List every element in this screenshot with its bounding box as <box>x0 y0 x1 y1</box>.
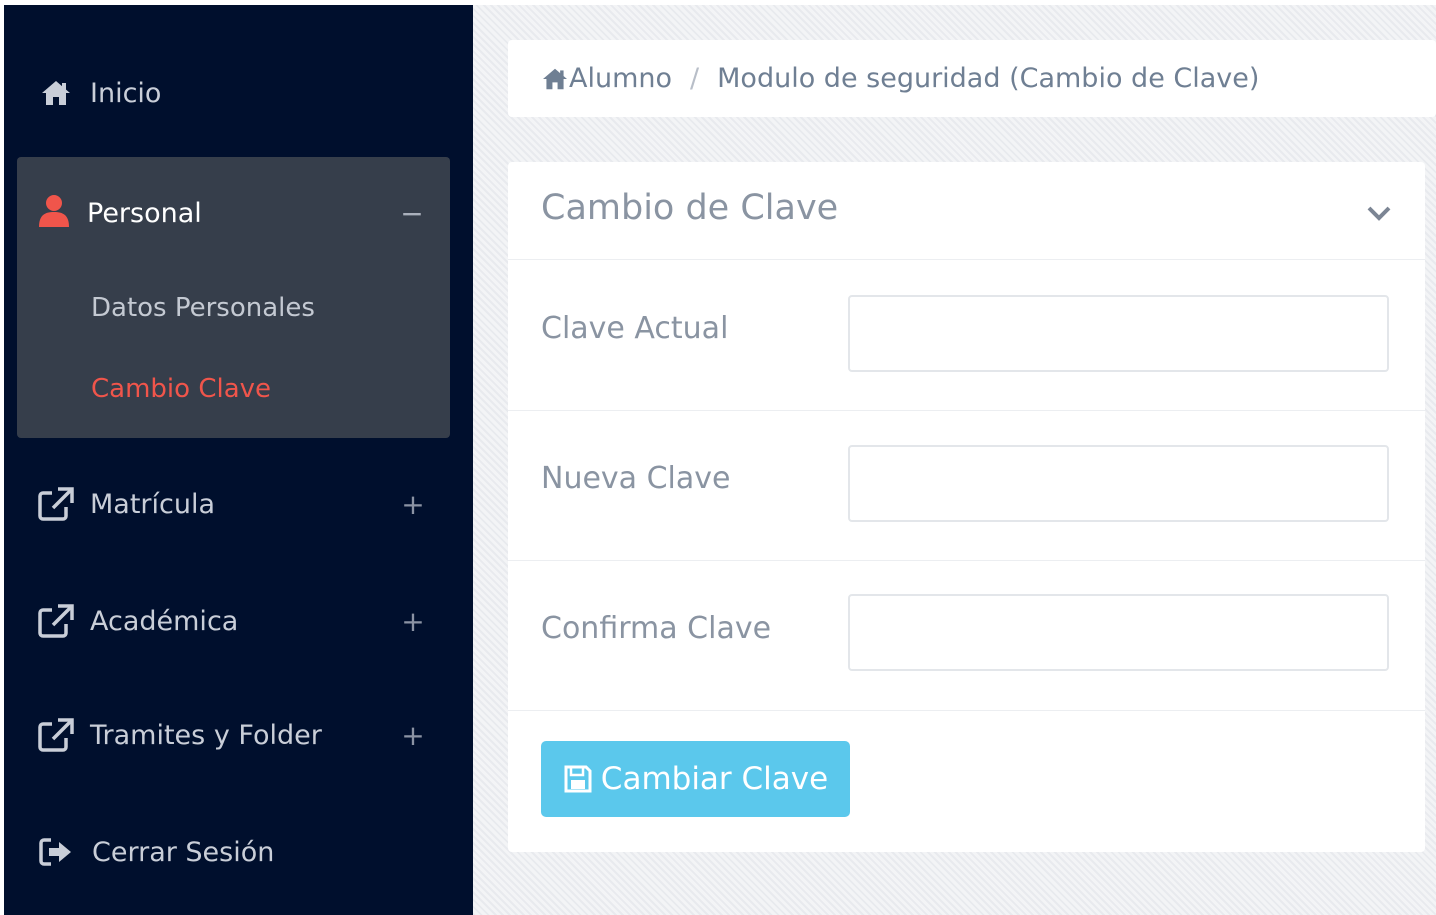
field-label: Clave Actual <box>541 311 729 346</box>
collapse-toggle[interactable]: − <box>397 197 427 230</box>
sidebar-item-label: Personal <box>87 197 202 229</box>
breadcrumb-current: Modulo de seguridad (Cambio de Clave) <box>717 63 1260 94</box>
sidebar-subitem-datos-personales[interactable]: Datos Personales <box>91 293 315 323</box>
sidebar-item-academica[interactable]: Académica + <box>4 591 473 651</box>
sidebar-item-personal[interactable]: Personal − <box>17 183 450 243</box>
sign-out-icon <box>38 834 74 870</box>
card-header: Cambio de Clave <box>508 162 1425 260</box>
field-label: Nueva Clave <box>541 461 731 496</box>
expand-toggle[interactable]: + <box>398 605 428 638</box>
sidebar-item-label: Inicio <box>90 77 162 109</box>
home-icon <box>541 67 569 91</box>
sidebar-item-label: Matrícula <box>90 488 216 520</box>
home-icon <box>38 75 74 111</box>
sidebar: Inicio Personal − Datos Personales Cambi… <box>4 5 473 915</box>
button-label: Cambiar Clave <box>600 761 829 797</box>
chevron-down-icon[interactable] <box>1364 198 1394 228</box>
sidebar-item-cerrar-sesion[interactable]: Cerrar Sesión <box>4 822 473 882</box>
change-password-card: Cambio de Clave Clave Actual Nueva Clave… <box>508 162 1425 852</box>
save-icon <box>563 764 593 794</box>
expand-toggle[interactable]: + <box>398 719 428 752</box>
user-icon <box>37 193 71 233</box>
expand-toggle[interactable]: + <box>398 488 428 521</box>
new-password-input[interactable] <box>848 445 1389 522</box>
form-row-clave-actual: Clave Actual <box>508 261 1425 411</box>
sidebar-item-label: Académica <box>90 605 239 637</box>
sidebar-item-tramites[interactable]: Tramites y Folder + <box>4 705 473 765</box>
sidebar-item-label: Tramites y Folder <box>90 719 322 751</box>
card-title: Cambio de Clave <box>541 188 839 228</box>
breadcrumb-separator: / <box>690 63 700 94</box>
breadcrumb-home-link[interactable]: Alumno <box>541 63 672 94</box>
sidebar-item-inicio[interactable]: Inicio <box>4 63 473 123</box>
breadcrumb: Alumno / Modulo de seguridad (Cambio de … <box>508 40 1436 117</box>
current-password-input[interactable] <box>848 295 1389 372</box>
sidebar-subitem-cambio-clave[interactable]: Cambio Clave <box>91 374 271 404</box>
external-link-icon <box>38 717 74 753</box>
external-link-icon <box>38 603 74 639</box>
change-password-button[interactable]: Cambiar Clave <box>541 741 850 817</box>
confirm-password-input[interactable] <box>848 594 1389 671</box>
field-label: Confirma Clave <box>541 611 772 646</box>
breadcrumb-home-label: Alumno <box>569 63 673 94</box>
form-row-confirma-clave: Confirma Clave <box>508 561 1425 711</box>
sidebar-item-matricula[interactable]: Matrícula + <box>4 474 473 534</box>
sidebar-group-personal: Personal − Datos Personales Cambio Clave <box>17 157 450 438</box>
external-link-icon <box>38 486 74 522</box>
main-content: Alumno / Modulo de seguridad (Cambio de … <box>473 5 1436 915</box>
form-row-nueva-clave: Nueva Clave <box>508 411 1425 561</box>
sidebar-item-label: Cerrar Sesión <box>92 836 275 868</box>
